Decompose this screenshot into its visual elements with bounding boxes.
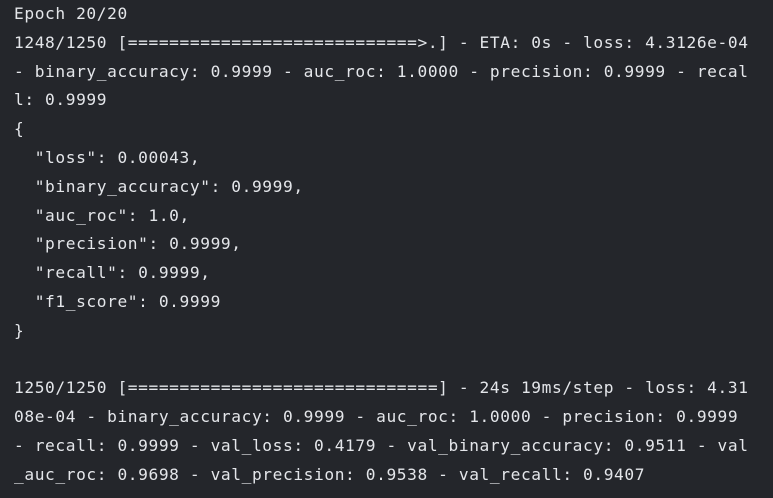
json-binary-accuracy-line: "binary_accuracy": 0.9999, — [14, 176, 304, 196]
json-recall-line: "recall": 0.9999, — [14, 263, 211, 283]
json-f1-score-line: "f1_score": 0.9999 — [14, 291, 221, 311]
terminal-output: Epoch 20/20 1248/1250 [=================… — [0, 0, 773, 498]
json-open-brace: { — [14, 119, 25, 139]
epoch-header-line: Epoch 20/20 — [14, 4, 128, 23]
final-progress-line: 1250/1250 [=============================… — [14, 378, 749, 398]
final-metrics-line-1: 08e-04 - binary_accuracy: 0.9999 - auc_r… — [14, 407, 739, 427]
json-precision-line: "precision": 0.9999, — [14, 234, 242, 254]
final-metrics-line-3: _auc_roc: 0.9698 - val_precision: 0.9538… — [14, 464, 646, 484]
json-auc-roc-line: "auc_roc": 1.0, — [14, 205, 190, 225]
json-close-brace: } — [14, 320, 25, 340]
progress-line: 1248/1250 [============================>… — [14, 32, 749, 52]
final-metrics-line-2: - recall: 0.9999 - val_loss: 0.4179 - va… — [14, 435, 749, 455]
progress-metrics-wrap-line: l: 0.9999 — [14, 90, 108, 110]
progress-metrics-line: - binary_accuracy: 0.9999 - auc_roc: 1.0… — [14, 61, 749, 81]
json-loss-line: "loss": 0.00043, — [14, 147, 201, 167]
